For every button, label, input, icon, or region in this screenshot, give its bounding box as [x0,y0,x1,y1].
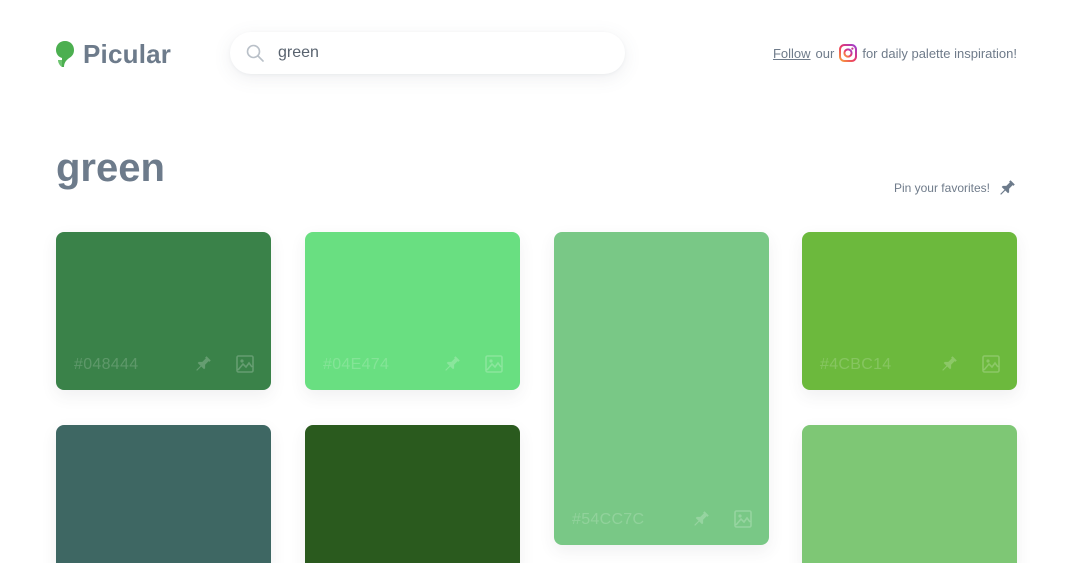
swatch-tools [691,509,753,529]
search-input[interactable] [278,44,625,62]
color-swatch[interactable]: #54CC7C [554,232,769,545]
promo-tail-text: for daily palette inspiration! [862,45,1017,61]
image-icon[interactable] [484,354,504,374]
picular-logo-icon [56,41,74,67]
color-swatch[interactable]: #04E474 [305,232,520,390]
logo-text: Picular [83,38,172,69]
promo-mid-text: our [815,45,835,61]
instagram-promo: Follow our for daily palette inspiration… [773,44,1017,62]
color-swatch[interactable]: #048444 [56,232,271,390]
page-title: green [56,146,165,190]
swatch-hex: #04E474 [323,356,390,373]
swatch-hex: #4CBC14 [820,356,892,373]
swatch-tools [193,354,255,374]
instagram-icon[interactable] [839,44,858,62]
pin-icon[interactable] [691,509,711,529]
picular-page: Picular Follow our for daily palette ins… [0,0,1080,563]
follow-link[interactable]: Follow [773,46,811,61]
color-swatch[interactable] [56,425,271,563]
pin-icon[interactable] [442,354,462,374]
swatch-tools [442,354,504,374]
pin-hint: Pin your favorites! [894,178,1017,198]
color-swatch[interactable] [802,425,1017,563]
logo[interactable]: Picular [55,38,172,69]
image-icon[interactable] [733,509,753,529]
pin-icon [1000,180,1015,195]
swatch-hex: #54CC7C [572,511,645,528]
color-swatch[interactable] [305,425,520,563]
swatch-tools [939,354,1001,374]
search-bar[interactable] [230,32,625,74]
swatch-hex: #048444 [74,356,139,373]
image-icon[interactable] [981,354,1001,374]
image-icon[interactable] [235,354,255,374]
search-icon [246,44,264,62]
color-swatch[interactable]: #4CBC14 [802,232,1017,390]
pin-hint-text: Pin your favorites! [893,181,990,195]
pin-icon[interactable] [193,354,213,374]
pin-icon[interactable] [939,354,959,374]
